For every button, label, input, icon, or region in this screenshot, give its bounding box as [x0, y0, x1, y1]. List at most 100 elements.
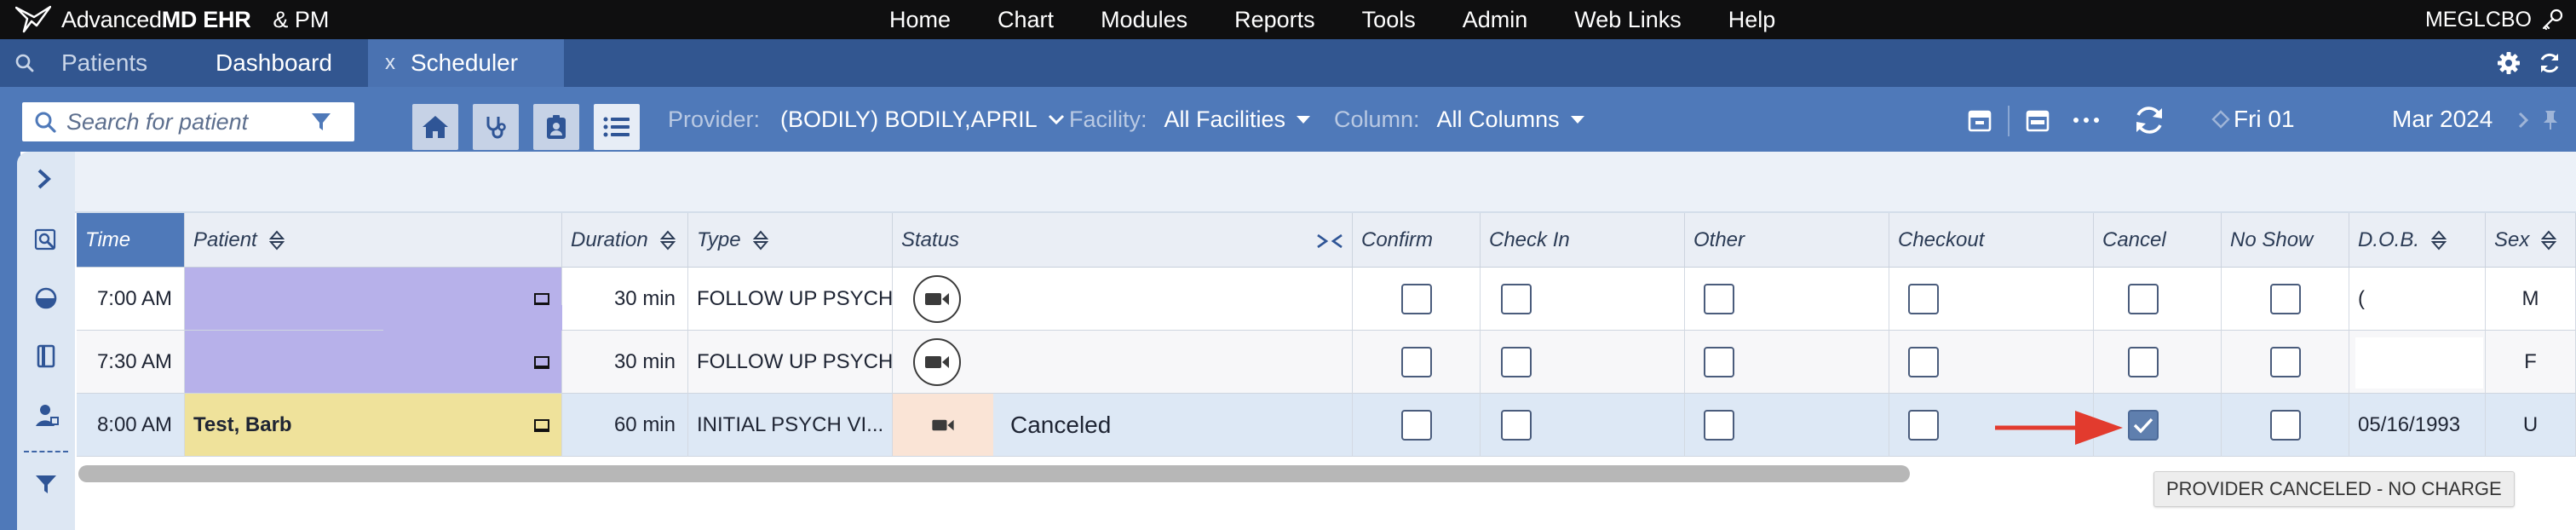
header-confirm-label: Confirm: [1361, 228, 1434, 251]
patient-cell[interactable]: Test, Barb: [185, 394, 562, 457]
menu-web-links[interactable]: Web Links: [1574, 7, 1682, 33]
video-icon: [925, 355, 949, 368]
more-icon[interactable]: [2072, 108, 2101, 132]
zoom-icon[interactable]: [34, 228, 58, 252]
date-label[interactable]: Fri 01: [2234, 87, 2295, 152]
patient-card-icon[interactable]: [534, 356, 549, 370]
column-header-checkin[interactable]: Check In: [1481, 213, 1685, 268]
column-header-cancel[interactable]: Cancel: [2094, 213, 2222, 268]
other-checkbox[interactable]: [1704, 346, 1734, 377]
patient-card-icon[interactable]: [534, 419, 549, 433]
menu-help[interactable]: Help: [1728, 7, 1776, 33]
half-circle-icon[interactable]: [34, 286, 58, 310]
status-cell[interactable]: Canceled: [893, 394, 1353, 457]
other-checkbox[interactable]: [1704, 409, 1734, 441]
home-view-button[interactable]: [412, 104, 458, 150]
schedule-band: [75, 152, 2576, 213]
confirm-checkbox[interactable]: [1400, 409, 1432, 441]
sync-icon[interactable]: [2132, 105, 2166, 135]
patient-cell[interactable]: [185, 331, 562, 394]
noshow-checkbox[interactable]: [2269, 283, 2301, 314]
telehealth-button[interactable]: [913, 337, 961, 386]
confirm-checkbox[interactable]: [1400, 346, 1432, 377]
refresh-icon[interactable]: [2537, 50, 2562, 76]
facility-filter[interactable]: Facility: All Facilities: [1069, 87, 1311, 152]
list-icon: [603, 117, 630, 137]
cancel-checkbox[interactable]: [2128, 283, 2159, 314]
column-header-type[interactable]: Type: [688, 213, 893, 268]
search-input[interactable]: [66, 108, 305, 135]
status-cell[interactable]: [893, 268, 1353, 331]
provider-filter[interactable]: Provider: (BODILY) BODILY,APRIL: [668, 87, 1065, 152]
tab-scheduler[interactable]: x Scheduler: [368, 39, 564, 87]
header-patient-label: Patient: [193, 228, 257, 251]
person-icon[interactable]: [34, 402, 60, 428]
cancel-checkbox[interactable]: [2128, 346, 2159, 377]
scrollbar-thumb[interactable]: [78, 465, 1910, 482]
filter-icon[interactable]: [310, 111, 332, 133]
key-icon[interactable]: [2540, 8, 2564, 32]
cancel-checkbox[interactable]: [2128, 409, 2159, 441]
filter-icon[interactable]: [34, 472, 58, 496]
list-view-button[interactable]: [594, 104, 640, 150]
confirm-checkbox[interactable]: [1400, 283, 1432, 314]
resource-view-button[interactable]: [533, 104, 579, 150]
provider-label: Provider:: [668, 106, 761, 132]
checkout-checkbox[interactable]: [1908, 283, 1939, 314]
card-icon[interactable]: [1967, 109, 1992, 133]
diamond-icon[interactable]: [2211, 110, 2230, 129]
gear-icon[interactable]: [2496, 50, 2521, 76]
checkin-cell: [1481, 331, 1685, 394]
checkin-checkbox[interactable]: [1501, 346, 1532, 377]
other-checkbox[interactable]: [1704, 283, 1734, 314]
column-header-sex[interactable]: Sex: [2486, 213, 2576, 268]
month-label[interactable]: Mar 2024: [2392, 87, 2493, 152]
video-icon: [932, 419, 954, 430]
column-label: Column:: [1334, 106, 1420, 132]
calendar-icon[interactable]: [2025, 109, 2050, 133]
user-name[interactable]: MEGLCBO: [2425, 0, 2532, 39]
menu-reports[interactable]: Reports: [1234, 7, 1315, 33]
tab-patients[interactable]: Patients: [15, 39, 147, 87]
header-duration-label: Duration: [571, 228, 648, 251]
expand-icon[interactable]: [34, 167, 55, 191]
provider-view-button[interactable]: [473, 104, 519, 150]
column-header-dob[interactable]: D.O.B.: [2349, 213, 2486, 268]
telehealth-button[interactable]: [913, 274, 961, 323]
type-cell: FOLLOW UP PSYCH: [688, 268, 893, 331]
menu-tools[interactable]: Tools: [1362, 7, 1416, 33]
checkin-checkbox[interactable]: [1501, 409, 1532, 441]
column-header-other[interactable]: Other: [1685, 213, 1889, 268]
menu-chart[interactable]: Chart: [998, 7, 1054, 33]
pin-icon[interactable]: [2541, 109, 2560, 131]
tab-dashboard[interactable]: Dashboard: [216, 39, 332, 87]
noshow-cell: [2222, 331, 2349, 394]
column-header-confirm[interactable]: Confirm: [1353, 213, 1481, 268]
checkout-cell: [1889, 268, 2094, 331]
telehealth-button[interactable]: [893, 394, 993, 456]
checkout-checkbox[interactable]: [1908, 346, 1939, 377]
column-header-status[interactable]: Status: [893, 213, 1353, 268]
column-header-time[interactable]: Time: [77, 213, 185, 268]
menu-home[interactable]: Home: [889, 7, 951, 33]
book-icon[interactable]: [34, 344, 58, 368]
menu-modules[interactable]: Modules: [1101, 7, 1187, 33]
column-filter[interactable]: Column: All Columns: [1334, 87, 1585, 152]
noshow-checkbox[interactable]: [2269, 346, 2301, 377]
column-header-noshow[interactable]: No Show: [2222, 213, 2349, 268]
facility-label: Facility:: [1069, 106, 1147, 132]
patient-search: [22, 102, 354, 141]
chevron-right-icon[interactable]: [2516, 111, 2530, 130]
confirm-cell: [1353, 331, 1481, 394]
status-cell[interactable]: [893, 331, 1353, 394]
checkin-checkbox[interactable]: [1501, 283, 1532, 314]
noshow-checkbox[interactable]: [2269, 409, 2301, 441]
collapse-icon[interactable]: [1316, 232, 1343, 251]
tab-close-button[interactable]: x: [385, 51, 395, 75]
checkout-checkbox[interactable]: [1908, 409, 1939, 441]
column-header-patient[interactable]: Patient: [185, 213, 562, 268]
column-header-duration[interactable]: Duration: [562, 213, 688, 268]
column-header-checkout[interactable]: Checkout: [1889, 213, 2094, 268]
header-noshow-label: No Show: [2230, 228, 2314, 251]
menu-admin[interactable]: Admin: [1463, 7, 1528, 33]
